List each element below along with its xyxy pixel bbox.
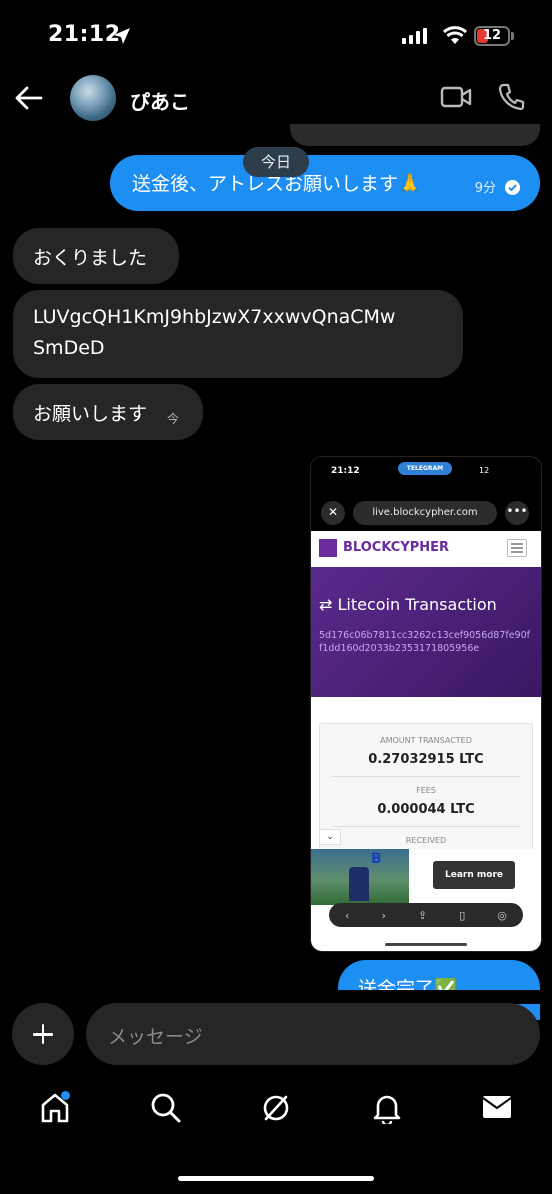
search-icon[interactable] [150,1092,182,1124]
shot-status-time: 21:12 [331,466,360,476]
phone-call-icon[interactable] [497,82,525,112]
share-icon: ⇪ [417,908,428,922]
transaction-hash: 5d176c06b7811cc3262c13cef9056d87fe90ff1d… [319,630,530,654]
message-bubble-incoming[interactable]: おくりました [13,228,179,284]
previous-bubble-edge [290,124,540,146]
video-call-icon[interactable] [440,84,472,110]
wifi-icon [442,26,468,44]
notification-dot [61,1091,70,1100]
chevron-down-icon: ⌄ [319,829,341,845]
signal-icon [402,28,427,44]
blockcypher-logo-icon [319,539,337,557]
message-text-line2: SmDeD [33,337,105,359]
transaction-hero: ⇄ Litecoin Transaction 5d176c06b7811cc32… [311,567,541,697]
add-attachment-button[interactable] [12,1003,74,1065]
amount-label: AMOUNT TRANSACTED [380,736,472,745]
message-text: おくりました [33,247,148,269]
message-input-placeholder: メッセージ [108,1026,203,1048]
shot-battery: 12 [479,466,490,475]
ad-image: B [311,849,409,905]
ad-banner: B Learn more [311,849,541,905]
home-indicator [178,1176,374,1181]
received-label: RECEIVED [405,836,447,845]
bell-icon[interactable] [372,1092,402,1124]
more-icon: ••• [505,501,529,525]
transaction-summary-card: AMOUNT TRANSACTED 0.27032915 LTC FEES 0.… [319,723,533,865]
close-icon: ✕ [321,501,345,525]
shot-home-indicator [385,943,467,946]
avatar[interactable] [70,75,116,121]
transaction-title: ⇄ Litecoin Transaction [319,595,497,614]
bookmark-icon: ▯ [459,908,466,922]
message-input[interactable]: メッセージ [86,1003,540,1065]
back-icon: ‹ [345,908,350,922]
message-time: 今 [167,412,180,426]
battery-level: 12 [482,28,502,43]
ad-letter: B [371,851,382,867]
url-bar: live.blockcypher.com [353,501,497,525]
location-arrow-icon [114,28,130,44]
message-text-line1: LUVgcQH1KmJ9hbJzwX7xxwvQnaCMw [33,306,396,328]
forward-icon: › [381,908,386,922]
message-bubble-incoming[interactable]: お願いします 今 [13,384,203,440]
mail-icon[interactable] [481,1092,513,1122]
read-check-icon [505,180,520,195]
back-arrow-icon[interactable] [14,84,44,112]
telegram-badge: TELEGRAM [398,462,452,475]
fees-value: 0.000044 LTC [377,802,475,817]
contact-name[interactable]: ぴあこ [130,86,190,115]
explore-icon[interactable] [260,1092,292,1124]
site-logo: BLOCKCYPHER [343,540,450,555]
message-bubble-outgoing[interactable]: 送金後、アトレスお願いします🙏 9分 [110,155,540,211]
browser-toolbar: ‹ › ⇪ ▯ ◎ [329,903,523,927]
compass-icon: ◎ [497,908,507,922]
learn-more-button: Learn more [433,861,515,889]
date-separator: 今日 [243,147,309,177]
blockcypher-page: BLOCKCYPHER ⇄ Litecoin Transaction 5d176… [311,531,541,951]
fees-label: FEES [416,786,436,795]
status-time: 21:12 [48,22,121,47]
message-bubble-incoming[interactable]: LUVgcQH1KmJ9hbJzwX7xxwvQnaCMw SmDeD [13,290,463,378]
message-text: お願いします [33,403,148,425]
hamburger-menu-icon [507,539,527,557]
amount-value: 0.27032915 LTC [368,752,484,767]
image-attachment[interactable]: 21:12 TELEGRAM 12 ✕ live.blockcypher.com… [310,456,542,952]
battery-icon: 12 [474,26,510,46]
message-time: 9分 [474,181,496,196]
